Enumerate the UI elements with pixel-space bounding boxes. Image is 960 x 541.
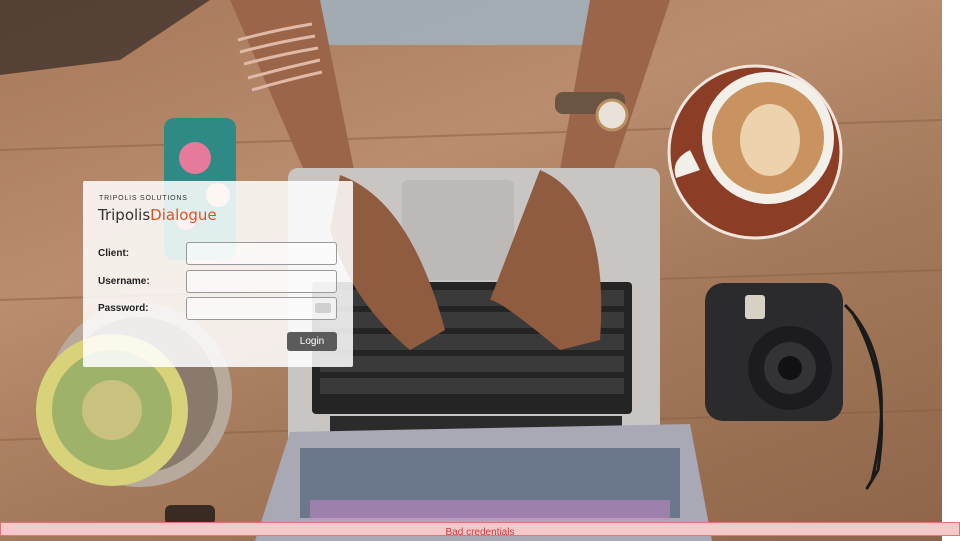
error-message: Bad credentials [445, 527, 515, 538]
login-panel: TRIPOLIS SOLUTIONS TripolisDialogue Clie… [83, 181, 353, 367]
page-right-margin [942, 0, 960, 541]
client-label: Client: [98, 248, 130, 259]
password-key-icon [315, 303, 331, 313]
username-row: Username: [98, 270, 338, 294]
password-label: Password: [98, 303, 149, 314]
login-button[interactable]: Login [287, 332, 337, 351]
username-label: Username: [98, 276, 150, 287]
product-logo-part2: Dialogue [150, 206, 217, 224]
product-logo: TripolisDialogue [98, 206, 217, 224]
client-row: Client: [98, 242, 338, 266]
product-logo-part1: Tripolis [98, 206, 151, 224]
company-name: TRIPOLIS SOLUTIONS [99, 195, 188, 202]
password-row: Password: [98, 297, 338, 321]
client-input[interactable] [186, 242, 337, 265]
username-input[interactable] [186, 270, 337, 293]
